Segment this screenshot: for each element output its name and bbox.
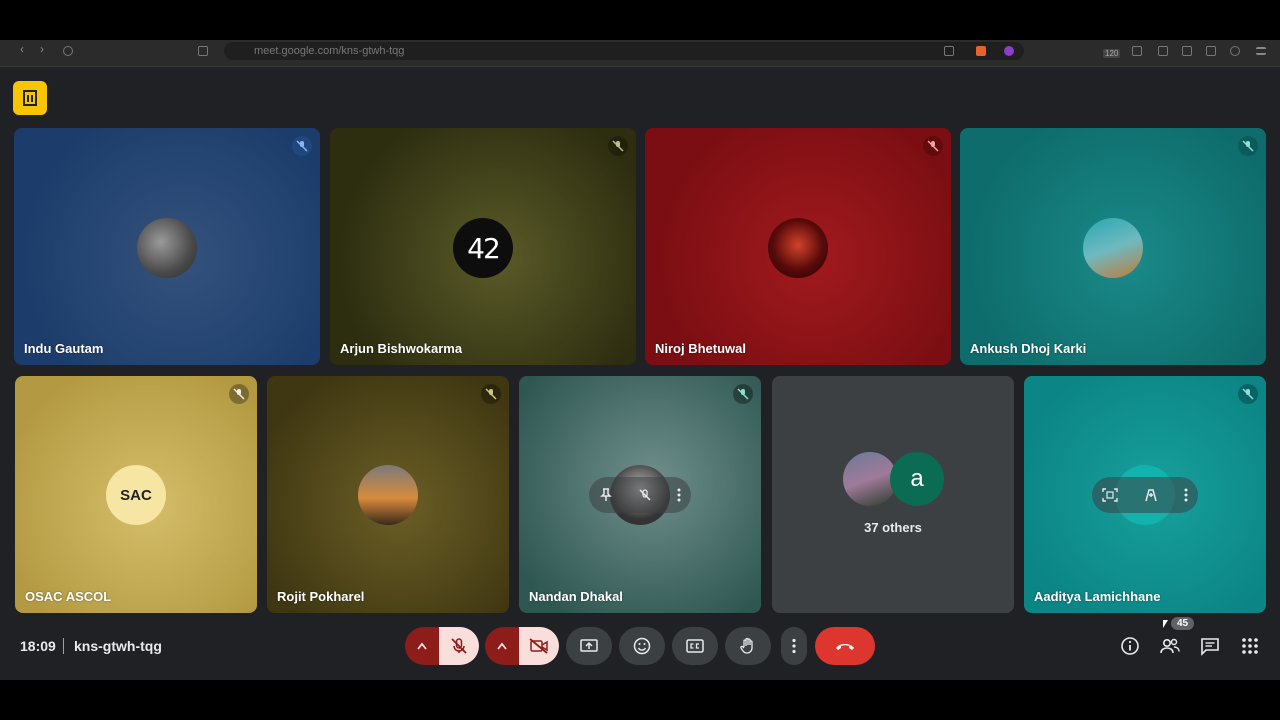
- camera-off-icon: [529, 638, 548, 654]
- more-options-icon[interactable]: [1184, 488, 1188, 502]
- camera-toggle-button[interactable]: [519, 627, 559, 665]
- participant-count-badge: 45: [1171, 617, 1195, 630]
- participant-avatar: [137, 218, 197, 278]
- avatar-logo-text: SAC: [120, 486, 152, 504]
- share-icon[interactable]: [1132, 46, 1142, 56]
- participant-name: Arjun Bishwokarma: [340, 341, 463, 356]
- meeting-time: 18:09: [20, 638, 56, 654]
- microphone-toggle-button[interactable]: [439, 627, 479, 665]
- emoji-icon: [633, 637, 651, 655]
- audio-options-button[interactable]: [405, 627, 439, 665]
- extensions-icon[interactable]: [1158, 46, 1168, 56]
- participant-tile[interactable]: 42 Arjun Bishwokarma: [330, 128, 636, 365]
- participant-name: Aaditya Lamichhane: [1034, 589, 1161, 604]
- meeting-details-button[interactable]: [1119, 635, 1141, 657]
- participant-initial-avatar: a: [890, 452, 944, 506]
- participant-name: OSAC ASCOL: [25, 589, 112, 604]
- avatar-initial: a: [910, 465, 924, 492]
- mic-off-icon: [733, 384, 753, 404]
- browser-toolbar: ‹ › meet.google.com/kns-gtwh-tqg 120: [0, 40, 1280, 67]
- apps-grid-icon: [1242, 638, 1258, 654]
- participant-tile[interactable]: Aaditya Lamichhane: [1024, 376, 1266, 613]
- meeting-code: kns-gtwh-tqg: [74, 638, 162, 654]
- profile-extension-icon[interactable]: [1004, 46, 1014, 56]
- participant-name: Indu Gautam: [24, 341, 104, 356]
- wallet-icon[interactable]: [1230, 46, 1240, 56]
- time-code-divider: [63, 638, 64, 654]
- more-options-button[interactable]: [781, 627, 807, 665]
- frame-participant-icon[interactable]: [1102, 488, 1118, 502]
- mic-off-icon: [608, 136, 628, 156]
- participant-avatar: 42: [453, 218, 513, 278]
- forward-icon[interactable]: ›: [40, 42, 50, 56]
- brave-shield-icon[interactable]: [976, 46, 986, 56]
- mic-off-icon: [1238, 384, 1258, 404]
- participant-avatar: [1083, 218, 1143, 278]
- captions-button[interactable]: [672, 627, 718, 665]
- participant-tile[interactable]: Indu Gautam: [14, 128, 320, 365]
- meet-app-logo[interactable]: [13, 81, 47, 115]
- extension-icon[interactable]: [944, 46, 954, 56]
- others-tile[interactable]: a 37 others: [772, 376, 1014, 613]
- participant-tile[interactable]: Niroj Bhetuwal: [645, 128, 951, 365]
- tile-hover-controls: [1092, 477, 1198, 513]
- people-icon: [1160, 638, 1180, 654]
- participant-tile[interactable]: Rojit Pokharel: [267, 376, 509, 613]
- others-count-label: 37 others: [864, 520, 922, 535]
- participant-name: Niroj Bhetuwal: [655, 341, 747, 356]
- raise-hand-button[interactable]: [725, 627, 771, 665]
- chevron-up-icon: [417, 642, 427, 650]
- meet-app: Indu Gautam 42 Arjun Bishwokarma Niroj B…: [0, 67, 1280, 680]
- mic-off-icon: [923, 136, 943, 156]
- people-button[interactable]: [1159, 635, 1181, 657]
- leave-call-button[interactable]: [815, 627, 875, 665]
- participant-avatar: [843, 452, 897, 506]
- building-icon: [23, 90, 37, 106]
- address-bar[interactable]: meet.google.com/kns-gtwh-tqg: [224, 42, 1024, 60]
- chat-icon: [1201, 638, 1219, 656]
- mouse-cursor: [1163, 620, 1168, 628]
- activities-button[interactable]: [1239, 635, 1261, 657]
- back-icon[interactable]: ‹: [20, 42, 30, 56]
- menu-icon[interactable]: [1256, 47, 1266, 55]
- tab-count-badge: 120: [1103, 49, 1121, 58]
- participant-name: Ankush Dhoj Karki: [970, 341, 1087, 356]
- hand-icon: [740, 637, 753, 654]
- sidebar-icon[interactable]: [1182, 46, 1192, 56]
- chevron-up-icon: [497, 642, 507, 650]
- video-options-button[interactable]: [485, 627, 519, 665]
- present-screen-icon: [580, 639, 598, 652]
- mic-off-icon: [481, 384, 501, 404]
- participant-name: Nandan Dhakal: [529, 589, 623, 604]
- mic-off-icon: [229, 384, 249, 404]
- participant-avatar: [358, 465, 418, 525]
- reactions-button[interactable]: [619, 627, 665, 665]
- reload-icon[interactable]: [63, 46, 73, 56]
- participant-tile[interactable]: Ankush Dhoj Karki: [960, 128, 1266, 365]
- more-vert-icon: [792, 638, 796, 654]
- more-options-icon[interactable]: [677, 488, 681, 502]
- avatar-text: 42: [467, 231, 501, 265]
- mic-off-icon: [292, 136, 312, 156]
- mic-off-icon: [1238, 136, 1258, 156]
- participant-avatar: SAC: [106, 465, 166, 525]
- chat-button[interactable]: [1199, 635, 1221, 657]
- participant-tile[interactable]: SAC OSAC ASCOL: [15, 376, 257, 613]
- hang-up-icon: [836, 644, 854, 650]
- present-screen-button[interactable]: [566, 627, 612, 665]
- bookmark-icon[interactable]: [198, 46, 208, 56]
- participant-avatar: [768, 218, 828, 278]
- pin-icon[interactable]: [599, 488, 613, 502]
- tile-hover-controls: [589, 477, 691, 513]
- vpn-icon[interactable]: [1206, 46, 1216, 56]
- add-to-meeting-icon[interactable]: [1143, 487, 1159, 503]
- info-icon: [1121, 637, 1139, 655]
- meeting-control-bar: 18:09 kns-gtwh-tqg 45: [0, 617, 1280, 680]
- participant-tile[interactable]: Nandan Dhakal: [519, 376, 761, 613]
- mute-participant-icon[interactable]: [638, 488, 652, 502]
- closed-captions-icon: [686, 639, 704, 653]
- mic-off-icon: [451, 638, 467, 654]
- participant-name: Rojit Pokharel: [277, 589, 365, 604]
